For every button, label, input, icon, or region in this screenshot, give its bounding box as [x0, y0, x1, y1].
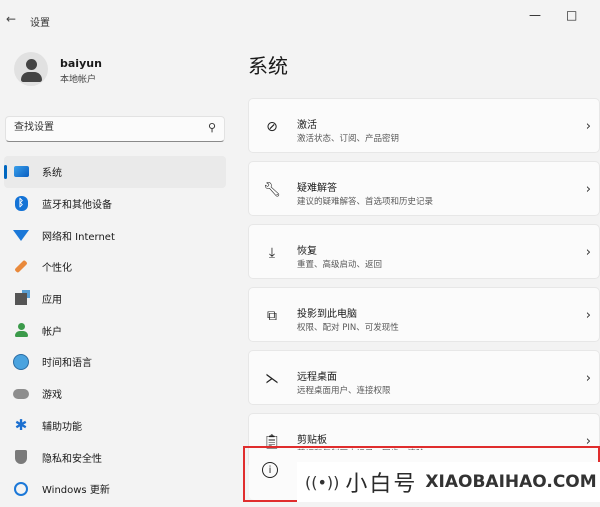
sidebar-item-label: 隐私和安全性: [42, 453, 102, 465]
sidebar-item-accounts[interactable]: 帐户: [4, 314, 226, 346]
wifi-icon: [12, 227, 30, 243]
card-remote-desktop[interactable]: ⋋ 远程桌面 远程桌面用户、连接权限 ›: [248, 350, 600, 405]
search-box[interactable]: ⚲: [5, 116, 225, 142]
settings-list: ⊘ 激活 激活状态、订阅、产品密钥 › 🔧︎ 疑难解答 建议的疑难解答、首选项和…: [248, 98, 600, 476]
sidebar-item-label: 蓝牙和其他设备: [42, 200, 112, 212]
chevron-right-icon: ›: [585, 371, 591, 386]
card-subtitle: 权限、配对 PIN、可发现性: [297, 323, 399, 333]
project-icon: ⧉: [267, 308, 277, 324]
remote-desktop-icon: ⋋: [265, 371, 279, 387]
update-icon: [12, 481, 30, 497]
card-title: 投影到此电脑: [297, 309, 357, 320]
maximize-button[interactable]: □: [566, 8, 577, 22]
shield-icon: [12, 449, 30, 465]
sidebar-item-label: 帐户: [42, 326, 62, 338]
watermark-en: XIAOBAIHAO.COM: [425, 472, 597, 492]
page-title: 系统: [248, 54, 288, 78]
sidebar-item-privacy[interactable]: 隐私和安全性: [4, 441, 226, 473]
account-icon: [12, 322, 30, 338]
user-profile[interactable]: baiyun 本地帐户: [14, 52, 234, 92]
sidebar-item-windows-update[interactable]: Windows 更新: [4, 473, 226, 505]
chevron-right-icon: ›: [585, 182, 591, 197]
user-name: baiyun: [60, 57, 102, 70]
sidebar-item-label: 应用: [42, 295, 62, 307]
card-project-to-pc[interactable]: ⧉ 投影到此电脑 权限、配对 PIN、可发现性 ›: [248, 287, 600, 342]
sidebar-item-label: 游戏: [42, 390, 62, 402]
card-title: 疑难解答: [297, 183, 337, 194]
check-circle-icon: ⊘: [266, 119, 278, 135]
card-subtitle: 激活状态、订阅、产品密钥: [297, 134, 400, 144]
brush-icon: [12, 259, 30, 275]
recovery-icon: ⤓: [268, 245, 276, 261]
card-subtitle: 建议的疑难解答、首选项和历史记录: [297, 197, 434, 207]
avatar: [14, 52, 48, 86]
card-subtitle: 远程桌面用户、连接权限: [297, 386, 391, 396]
broadcast-icon: ((•)): [305, 472, 340, 492]
sidebar-item-personalization[interactable]: 个性化: [4, 251, 226, 283]
back-arrow-icon[interactable]: ←: [6, 12, 16, 26]
watermark: ((•)) 小白号 XIAOBAIHAO.COM: [297, 462, 600, 502]
card-recovery[interactable]: ⤓ 恢复 重置、高级启动、返回 ›: [248, 224, 600, 279]
card-title: 恢复: [297, 246, 317, 257]
card-subtitle: 重置、高级启动、返回: [297, 260, 383, 270]
account-type: 本地帐户: [60, 75, 97, 85]
watermark-cn: 小白号: [345, 472, 418, 497]
card-troubleshoot[interactable]: 🔧︎ 疑难解答 建议的疑难解答、首选项和历史记录 ›: [248, 161, 600, 216]
sidebar-item-system[interactable]: 系统: [4, 156, 226, 188]
chevron-right-icon: ›: [585, 308, 591, 323]
card-title: 远程桌面: [297, 372, 337, 383]
title-bar: ← 设置 — □: [0, 0, 600, 36]
card-title: 激活: [297, 120, 317, 131]
apps-icon: [12, 291, 30, 307]
app-title: 设置: [30, 18, 50, 29]
minimize-button[interactable]: —: [529, 8, 541, 22]
sidebar-item-bluetooth[interactable]: ᛒ 蓝牙和其他设备: [4, 188, 226, 220]
sidebar-nav: 系统 ᛒ 蓝牙和其他设备 网络和 Internet 个性化 应用 帐户 时间和语…: [4, 156, 226, 505]
chevron-right-icon: ›: [585, 119, 591, 134]
sidebar-item-apps[interactable]: 应用: [4, 283, 226, 315]
sidebar-item-label: 系统: [42, 168, 62, 180]
chevron-right-icon: ›: [585, 245, 591, 260]
sidebar-item-label: 个性化: [42, 263, 72, 275]
sidebar-item-network[interactable]: 网络和 Internet: [4, 219, 226, 251]
card-activation[interactable]: ⊘ 激活 激活状态、订阅、产品密钥 ›: [248, 98, 600, 153]
sidebar-item-time-language[interactable]: 时间和语言: [4, 346, 226, 378]
bluetooth-icon: ᛒ: [12, 196, 30, 212]
sidebar-item-gaming[interactable]: 游戏: [4, 378, 226, 410]
globe-clock-icon: [12, 353, 30, 370]
accessibility-icon: ✱: [14, 416, 28, 435]
sidebar-item-label: Windows 更新: [42, 485, 110, 497]
sidebar-item-label: 时间和语言: [42, 358, 92, 370]
card-title: 剪贴板: [297, 435, 327, 446]
sidebar-item-label: 辅助功能: [42, 421, 82, 433]
gamepad-icon: [12, 386, 30, 402]
system-icon: [12, 164, 30, 180]
search-input[interactable]: [12, 121, 196, 134]
sidebar-item-accessibility[interactable]: ✱ 辅助功能: [4, 410, 226, 442]
sidebar-item-label: 网络和 Internet: [42, 231, 115, 243]
wrench-icon: 🔧︎: [263, 182, 281, 198]
search-icon[interactable]: ⚲: [208, 121, 216, 134]
